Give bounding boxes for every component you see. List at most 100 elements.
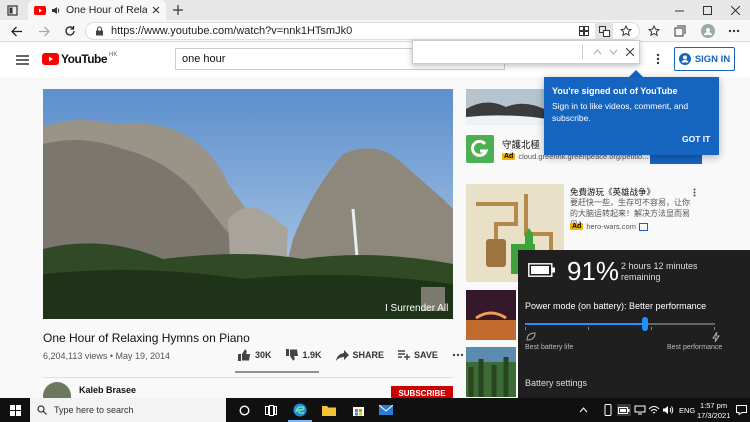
search-value: one hour (182, 53, 226, 65)
battery-settings-link[interactable]: Battery settings (525, 378, 587, 388)
like-count: 30K (255, 350, 272, 360)
more-menu-icon[interactable] (728, 25, 740, 37)
collections-icon[interactable] (674, 25, 686, 37)
url-text[interactable]: https://www.youtube.com/watch?v=nnk1HTsm… (111, 25, 352, 37)
find-bar (412, 40, 640, 64)
power-mode-slider[interactable] (525, 317, 715, 343)
store-icon[interactable] (351, 403, 365, 416)
find-next-icon[interactable] (605, 49, 621, 55)
ad-more-icon[interactable] (690, 187, 698, 197)
profile-avatar[interactable] (701, 24, 715, 38)
video-actions: 30K 1.9K SHARE SAVE (238, 349, 464, 361)
tab-actions-icon[interactable] (6, 4, 18, 16)
clock-time[interactable]: 1:57 pm (700, 401, 727, 410)
video-title: One Hour of Relaxing Hymns on Piano (43, 331, 250, 345)
share-button[interactable]: SHARE (335, 349, 385, 361)
region-label: HK (109, 52, 118, 58)
show-hidden-icons-chevron-icon[interactable] (578, 405, 588, 415)
cortana-icon[interactable] (238, 404, 250, 416)
new-tab-icon[interactable] (172, 4, 184, 16)
hamburger-menu-icon[interactable] (15, 54, 29, 65)
language-indicator[interactable]: ENG (679, 406, 695, 415)
favorites-icon[interactable] (648, 25, 660, 37)
slider-tick (651, 327, 652, 330)
minimize-icon[interactable] (674, 5, 684, 15)
signed-out-popup: You're signed out of YouTube Sign in to … (544, 77, 719, 155)
youtube-favicon-icon (34, 5, 46, 15)
power-mode-label: Power mode (on battery): Better performa… (525, 301, 707, 311)
youtube-logo[interactable]: YouTube HK (42, 52, 117, 66)
taskbar-search-box[interactable]: Type here to search (30, 398, 226, 422)
maximize-icon[interactable] (702, 5, 712, 15)
slider-right-label: Best performance (667, 344, 723, 351)
refresh-icon[interactable] (63, 24, 77, 38)
find-previous-icon[interactable] (589, 49, 605, 55)
more-actions-icon[interactable] (452, 353, 464, 357)
volume-icon[interactable] (662, 404, 674, 416)
greenpeace-logo[interactable] (466, 135, 494, 163)
share-icon (335, 349, 349, 361)
apps-icon[interactable] (578, 25, 590, 37)
find-close-icon[interactable] (621, 48, 639, 56)
battery-tray-icon[interactable] (617, 404, 631, 416)
popup-got-it-button[interactable]: GOT IT (682, 134, 710, 144)
ad-meta-herowars: Ad hero-wars.com (570, 222, 648, 231)
speaker-icon[interactable] (51, 6, 61, 15)
wifi-icon[interactable] (648, 404, 660, 416)
save-button[interactable]: SAVE (398, 350, 438, 360)
share-label: SHARE (352, 350, 385, 360)
channel-name[interactable]: Kaleb Brasee (79, 385, 136, 395)
url-box[interactable]: https://www.youtube.com/watch?v=nnk1HTsm… (85, 22, 640, 40)
save-playlist-icon (398, 350, 411, 360)
like-button[interactable]: 30K (238, 349, 272, 361)
slider-fill (525, 323, 645, 325)
search-icon (37, 405, 47, 415)
settings-dots-icon[interactable] (652, 53, 664, 65)
youtube-logo-text: YouTube (61, 52, 108, 66)
like-ratio-bar (235, 371, 319, 373)
lock-icon[interactable] (95, 26, 104, 36)
video-player[interactable]: I Surrender All (43, 89, 453, 319)
file-explorer-icon[interactable] (322, 404, 336, 416)
tab-youtube[interactable]: One Hour of Relaxing Hymns (28, 0, 166, 20)
youtube-play-logo-icon (42, 53, 59, 65)
mail-icon[interactable] (379, 404, 393, 416)
recommended-thumbnail-2[interactable] (466, 347, 516, 397)
ad-url[interactable]: hero-wars.com (586, 222, 636, 231)
windows-start-icon[interactable] (9, 404, 21, 416)
external-link-icon (638, 222, 648, 231)
dislike-button[interactable]: 1.9K (285, 349, 322, 361)
ad-badge: Ad (502, 153, 516, 160)
find-divider (582, 45, 583, 59)
ad-banner-image[interactable] (466, 89, 548, 125)
taskbar-search-placeholder: Type here to search (54, 405, 134, 415)
translate-icon[interactable] (595, 22, 613, 40)
account-icon (678, 53, 691, 65)
battery-remaining: 2 hours 12 minutes remaining (621, 261, 698, 282)
ad-cta-button[interactable] (650, 155, 702, 164)
forward-arrow-icon[interactable] (37, 24, 51, 38)
battery-percent: 91% (567, 256, 620, 286)
view-count-date: 6,204,113 views • May 19, 2014 (43, 351, 171, 361)
network-icon[interactable] (634, 404, 646, 416)
slider-thumb[interactable] (641, 317, 648, 331)
back-arrow-icon[interactable] (10, 24, 24, 38)
ad-title-greenpeace[interactable]: 守護北極 (502, 137, 540, 151)
find-input[interactable] (413, 41, 582, 63)
video-frame-image (43, 89, 453, 319)
close-window-icon[interactable] (730, 5, 740, 15)
slider-left-label: Best battery life (525, 344, 574, 351)
battery-saver-leaf-icon (526, 332, 536, 341)
clock-date[interactable]: 17/3/2021 (697, 411, 730, 420)
close-tab-icon[interactable] (152, 6, 160, 14)
notifications-icon[interactable] (735, 404, 747, 416)
sign-in-button[interactable]: SIGN IN (674, 47, 735, 71)
slider-tick (525, 327, 526, 330)
task-view-icon[interactable] (265, 404, 277, 416)
divider (43, 377, 453, 378)
pen-workspace-icon[interactable] (603, 404, 613, 416)
battery-icon (528, 263, 556, 277)
favorite-add-icon[interactable] (620, 25, 632, 37)
edge-browser-icon[interactable] (293, 403, 307, 417)
recommended-thumbnail-1[interactable] (466, 290, 516, 340)
